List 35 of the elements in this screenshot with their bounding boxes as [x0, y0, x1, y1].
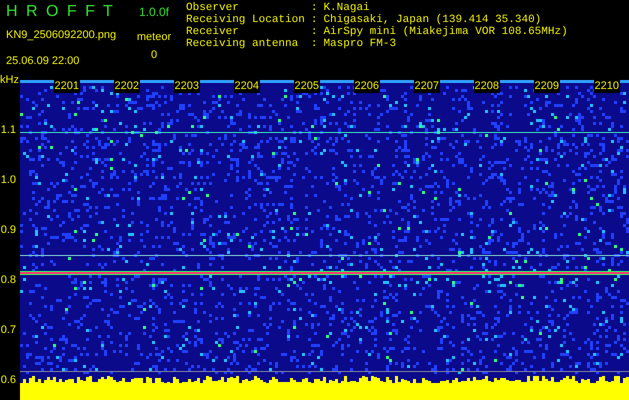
timestamp: 25.06.09 22:00: [6, 54, 80, 68]
info-separator: :: [310, 38, 318, 50]
time-label: 2210: [594, 80, 620, 93]
info-separator: :: [310, 14, 318, 26]
info-value: Chigasaki, Japan (139.414 35.340): [323, 14, 542, 26]
axis-label: 0.9: [0, 224, 16, 236]
time-label: 2206: [354, 80, 380, 93]
info-value: K.Nagai: [323, 2, 371, 14]
info-value: Maspro FM-3: [323, 38, 398, 50]
info-separator: :: [310, 2, 318, 14]
time-label: 2203: [174, 80, 200, 93]
info-label: Receiving antenna: [186, 38, 300, 50]
axis-label: 1.1: [0, 124, 16, 136]
counter-label: meteor: [136, 30, 172, 44]
time-label: 2208: [474, 80, 500, 93]
time-label: 2201: [54, 80, 80, 93]
time-label: 2207: [414, 80, 440, 93]
axis-label: 1.0: [0, 174, 16, 186]
version-label: 1.0.0f: [138, 4, 170, 21]
file-name: KN9_2506092200.png: [6, 28, 116, 42]
axis-label: 0.8: [0, 274, 16, 286]
unit-label: kHz: [0, 74, 19, 86]
time-label: 2204: [234, 80, 260, 93]
info-label: Observer: [186, 2, 240, 14]
axis-label: 0.6: [0, 374, 16, 386]
time-label: 2205: [294, 80, 320, 93]
info-separator: :: [310, 26, 318, 38]
time-label: 2202: [114, 80, 140, 93]
info-label: Receiving Location: [186, 14, 305, 26]
app-title: H R O F F T: [6, 2, 115, 22]
time-label: 2209: [534, 80, 560, 93]
axis-label: 0.7: [0, 324, 16, 336]
counter-value: 0: [150, 48, 158, 62]
info-label: Receiver: [186, 26, 240, 38]
info-value: AirSpy mini (Miakejima VOR 108.65MHz): [323, 26, 568, 38]
